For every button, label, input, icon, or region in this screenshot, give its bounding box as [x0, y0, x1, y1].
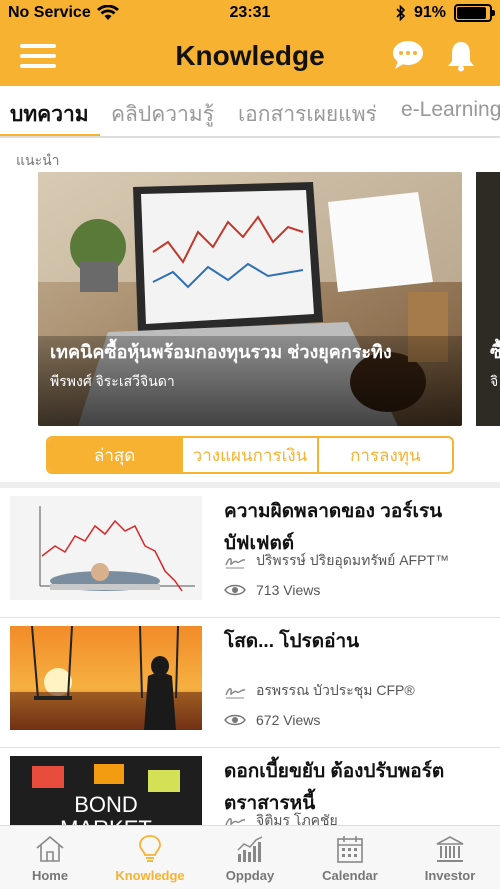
list-item[interactable]: ความผิดพลาดของ วอร์เรน บัฟเฟตต์ ปริพรรษ์…	[0, 488, 500, 618]
segment-financial-planning[interactable]: วางแผนการเงิน	[183, 438, 319, 472]
next-featured-author: จิ	[490, 373, 499, 389]
nav-home[interactable]: Home	[0, 826, 100, 889]
chart-bars-icon	[237, 836, 263, 862]
nav-calendar[interactable]: Calendar	[300, 826, 400, 889]
tab-elearning[interactable]: e-Learning	[401, 98, 500, 122]
article-thumbnail	[10, 626, 202, 730]
article-filter-segment: ล่าสุด วางแผนการเงิน การลงทุน	[46, 436, 454, 474]
segment-investment[interactable]: การลงทุน	[319, 438, 452, 472]
status-bar: No Service 23:31 91%	[0, 0, 500, 28]
tab-publications[interactable]: เอกสารเผยแพร่	[238, 98, 377, 131]
article-author: ปริพรรษ์ ปริยอุดมทรัพย์ AFPT™	[256, 552, 449, 568]
list-item[interactable]: โสด... โปรดอ่าน อรพรรณ บัวประชุม CFP® 67…	[0, 618, 500, 748]
eye-icon	[224, 714, 246, 726]
section-label-recommended: แนะนำ	[16, 152, 60, 168]
article-title: โสด... โปรดอ่าน	[224, 631, 360, 652]
signature-icon	[225, 688, 246, 699]
nav-knowledge[interactable]: Knowledge	[100, 826, 200, 889]
article-thumbnail	[10, 496, 202, 600]
nav-label: Oppday	[225, 868, 275, 883]
nav-bar: Knowledge	[0, 30, 500, 86]
active-tab-indicator	[0, 134, 100, 136]
lightbulb-icon	[139, 835, 161, 862]
next-featured-card[interactable]: ซื้ จิ	[476, 172, 500, 426]
tab-articles[interactable]: บทความ	[10, 98, 89, 131]
nav-label: Investor	[424, 868, 476, 883]
thumb-bond-text: BOND	[74, 792, 138, 817]
battery-icon	[454, 4, 495, 22]
article-views: 713 Views	[256, 582, 321, 598]
battery-percent: 91%	[413, 4, 446, 21]
bell-icon[interactable]	[446, 40, 476, 72]
bank-icon	[436, 836, 464, 862]
nav-oppday[interactable]: Oppday	[200, 826, 300, 889]
calendar-icon	[337, 836, 363, 863]
nav-label: Knowledge	[115, 868, 185, 883]
nav-label: Home	[31, 868, 69, 883]
featured-title: เทคนิคซื้อหุ้นพร้อมกองทุนรวม ช่วงยุคกระท…	[50, 342, 392, 362]
nav-investor[interactable]: Investor	[400, 826, 500, 889]
app-header: No Service 23:31 91% Knowledge	[0, 0, 500, 86]
featured-article-card[interactable]: เทคนิคซื้อหุ้นพร้อมกองทุนรวม ช่วงยุคกระท…	[38, 172, 462, 426]
tab-knowledge-clips[interactable]: คลิปความรู้	[111, 98, 214, 131]
eye-icon	[224, 584, 246, 596]
bottom-tab-bar: Home Knowledge Oppday Calendar Investor	[0, 825, 500, 889]
bluetooth-icon	[396, 5, 406, 21]
featured-author: พีรพงศ์ จิระเสวีจินดา	[50, 373, 175, 389]
article-author: อรพรรณ บัวประชุม CFP®	[256, 682, 415, 698]
segment-latest[interactable]: ล่าสุด	[48, 438, 184, 472]
next-featured-title: ซื้	[490, 342, 500, 362]
signature-icon	[225, 558, 246, 569]
chat-icon[interactable]	[392, 40, 424, 70]
article-views: 672 Views	[256, 712, 321, 728]
nav-label: Calendar	[322, 868, 378, 883]
home-icon	[36, 835, 64, 862]
page-title: Knowledge	[175, 40, 325, 71]
category-tabs: บทความ คลิปความรู้ เอกสารเผยแพร่ e-Learn…	[0, 86, 500, 138]
